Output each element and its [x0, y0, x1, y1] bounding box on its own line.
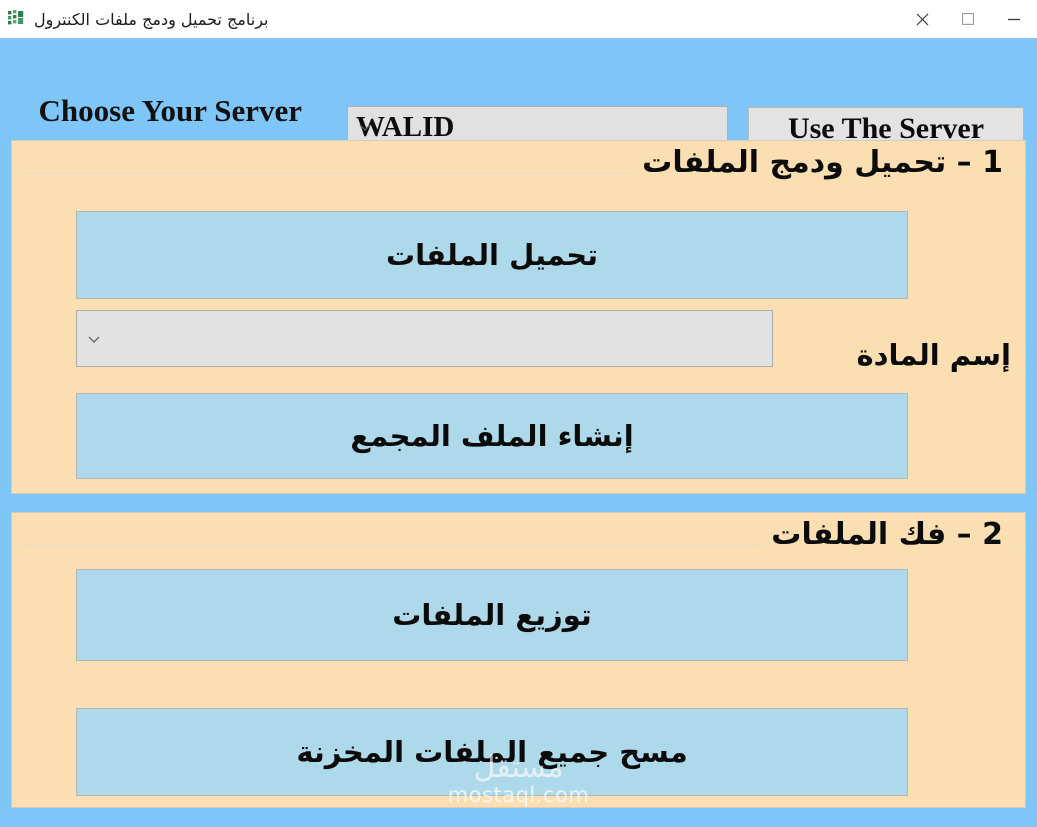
chevron-down-icon: [357, 119, 373, 135]
title-area: برنامج تحميل ودمج ملفات الكنترول: [0, 0, 899, 38]
close-icon[interactable]: [899, 2, 945, 36]
window-title: برنامج تحميل ودمج ملفات الكنترول: [34, 9, 269, 29]
upload-files-button[interactable]: تحميل الملفات: [76, 211, 908, 299]
clear-stored-files-button[interactable]: مسح جميع الملفات المخزنة: [76, 708, 908, 796]
group-title-2: 2 – فك الملفات: [763, 515, 1011, 555]
window-controls: [899, 0, 1037, 38]
group-title-1: 1 – تحميل ودمج الملفات: [634, 143, 1011, 183]
material-name-select[interactable]: [76, 310, 773, 367]
minimize-icon[interactable]: [991, 2, 1037, 36]
excel-app-icon: [8, 10, 26, 28]
create-merged-file-button[interactable]: إنشاء الملف المجمع: [76, 393, 908, 479]
group-upload-merge: 1 – تحميل ودمج الملفات تحميل الملفات إسم…: [11, 140, 1026, 494]
maximize-icon[interactable]: [945, 2, 991, 36]
chevron-down-icon: [86, 331, 102, 347]
title-bar: برنامج تحميل ودمج ملفات الكنترول: [0, 0, 1037, 38]
server-selection-bar: Choose Your Server WALID Use The Server: [0, 38, 1037, 150]
distribute-files-button[interactable]: توزيع الملفات: [76, 569, 908, 661]
group-unpack-files: 2 – فك الملفات توزيع الملفات مسح جميع ال…: [11, 512, 1026, 808]
choose-server-label: Choose Your Server: [38, 93, 302, 128]
application-window: برنامج تحميل ودمج ملفات الكنترول Choose …: [0, 0, 1037, 827]
material-name-label: إسم المادة: [856, 338, 1011, 372]
